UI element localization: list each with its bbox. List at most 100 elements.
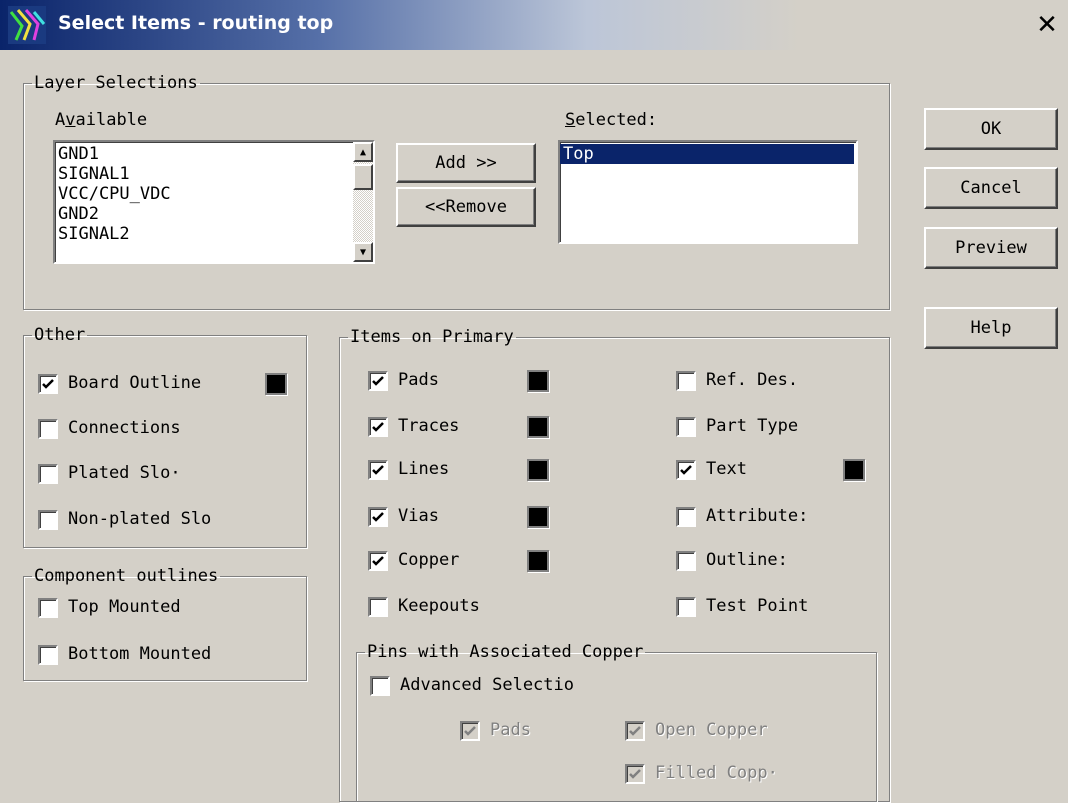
pins-open-copper-label: Open Copper bbox=[655, 720, 768, 740]
primary-test-point-label: Test Point bbox=[706, 596, 809, 616]
help-button[interactable]: Help bbox=[924, 307, 1058, 349]
cancel-button-label: Cancel bbox=[960, 178, 1022, 198]
primary-lines-label: Lines bbox=[398, 459, 450, 479]
primary-copper-checkbox[interactable] bbox=[368, 551, 388, 571]
checkmark-icon bbox=[372, 556, 384, 566]
primary-lines-checkbox[interactable] bbox=[368, 460, 388, 480]
primary-copper-label: Copper bbox=[398, 550, 460, 570]
other-non-plated-slo-checkbox[interactable] bbox=[38, 510, 58, 530]
add-button-label: Add >> bbox=[435, 153, 497, 173]
primary-text-label: Text bbox=[706, 459, 747, 479]
primary-copper-color-swatch[interactable] bbox=[527, 550, 549, 572]
primary-ref-des-checkbox[interactable] bbox=[676, 371, 696, 391]
checkmark-icon bbox=[42, 379, 54, 389]
other-connections-label: Connections bbox=[68, 418, 181, 438]
checkmark-icon bbox=[372, 376, 384, 386]
primary-pads-checkbox[interactable] bbox=[368, 371, 388, 391]
primary-traces-color-swatch[interactable] bbox=[527, 416, 549, 438]
primary-vias-color-swatch[interactable] bbox=[527, 506, 549, 528]
component-top-mounted-checkbox[interactable] bbox=[38, 598, 58, 618]
other-board-outline-label: Board Outline bbox=[68, 373, 202, 393]
pins-pads-checkbox bbox=[460, 721, 480, 741]
add-button[interactable]: Add >> bbox=[396, 143, 536, 183]
primary-part-type-label: Part Type bbox=[706, 416, 799, 436]
list-item[interactable]: GND2 bbox=[55, 204, 373, 224]
remove-button-label: <<Remove bbox=[425, 197, 507, 217]
checkmark-icon bbox=[629, 769, 641, 779]
checkmark-icon bbox=[372, 465, 384, 475]
cancel-button[interactable]: Cancel bbox=[924, 167, 1058, 209]
primary-outline-checkbox[interactable] bbox=[676, 551, 696, 571]
primary-vias-checkbox[interactable] bbox=[368, 507, 388, 527]
pins-pads-label: Pads bbox=[490, 720, 531, 740]
selected-listbox[interactable]: Top bbox=[558, 140, 858, 244]
component-outlines-legend: Component outlines bbox=[34, 566, 219, 586]
list-item[interactable]: VCC/CPU_VDC bbox=[55, 184, 373, 204]
other-board-outline-color-swatch[interactable] bbox=[265, 373, 287, 395]
pads-app-icon bbox=[8, 6, 46, 44]
other-connections-checkbox[interactable] bbox=[38, 419, 58, 439]
other-legend: Other bbox=[34, 325, 86, 345]
help-button-label: Help bbox=[970, 318, 1012, 338]
primary-text-color-swatch[interactable] bbox=[843, 459, 865, 481]
primary-traces-label: Traces bbox=[398, 416, 460, 436]
scroll-up-button[interactable]: ▲ bbox=[353, 142, 373, 162]
primary-test-point-checkbox[interactable] bbox=[676, 597, 696, 617]
title-bar[interactable]: Select Items - routing top ✕ bbox=[0, 0, 1068, 50]
list-item[interactable]: SIGNAL2 bbox=[55, 224, 373, 244]
ok-button-label: OK bbox=[980, 119, 1002, 139]
list-item[interactable]: Top bbox=[560, 144, 854, 164]
other-plated-slo-checkbox[interactable] bbox=[38, 464, 58, 484]
pins-associated-copper-legend: Pins with Associated Copper bbox=[367, 642, 644, 662]
remove-button[interactable]: <<Remove bbox=[396, 187, 536, 227]
available-scrollbar[interactable]: ▲ ▼ bbox=[353, 142, 373, 262]
close-button[interactable]: ✕ bbox=[1032, 10, 1062, 40]
available-listbox[interactable]: GND1 SIGNAL1 VCC/CPU_VDC GND2 SIGNAL2 ▲ ▼ bbox=[53, 140, 375, 264]
pins-associated-copper-group: Pins with Associated Copper bbox=[356, 643, 877, 802]
primary-pads-label: Pads bbox=[398, 370, 439, 390]
scroll-up-icon: ▲ bbox=[359, 146, 367, 158]
primary-pads-color-swatch[interactable] bbox=[527, 370, 549, 392]
other-board-outline-checkbox[interactable] bbox=[38, 374, 58, 394]
primary-vias-label: Vias bbox=[398, 506, 439, 526]
other-non-plated-slo-label: Non-plated Slo bbox=[68, 509, 212, 529]
advanced-selection-checkbox[interactable] bbox=[370, 676, 390, 696]
scroll-down-icon: ▼ bbox=[359, 246, 367, 258]
component-top-mounted-label: Top Mounted bbox=[68, 597, 181, 617]
pins-open-copper-checkbox bbox=[625, 721, 645, 741]
component-bottom-mounted-checkbox[interactable] bbox=[38, 645, 58, 665]
primary-outline-label: Outline: bbox=[706, 550, 788, 570]
ok-button[interactable]: OK bbox=[924, 108, 1058, 150]
advanced-selection-label: Advanced Selectio bbox=[400, 675, 574, 695]
checkmark-icon bbox=[372, 512, 384, 522]
available-label: Available bbox=[55, 110, 148, 130]
primary-keepouts-checkbox[interactable] bbox=[368, 597, 388, 617]
primary-traces-checkbox[interactable] bbox=[368, 417, 388, 437]
preview-button-label: Preview bbox=[955, 238, 1027, 258]
list-item[interactable]: GND1 bbox=[55, 144, 373, 164]
checkmark-icon bbox=[372, 422, 384, 432]
close-icon: ✕ bbox=[1036, 10, 1058, 40]
checkmark-icon bbox=[464, 726, 476, 736]
layer-selections-legend: Layer Selections bbox=[34, 73, 198, 93]
scroll-thumb[interactable] bbox=[353, 164, 373, 190]
primary-ref-des-label: Ref. Des. bbox=[706, 370, 799, 390]
window-title: Select Items - routing top bbox=[58, 12, 334, 34]
scroll-down-button[interactable]: ▼ bbox=[353, 242, 373, 262]
checkmark-icon bbox=[629, 726, 641, 736]
primary-lines-color-swatch[interactable] bbox=[527, 459, 549, 481]
primary-text-checkbox[interactable] bbox=[676, 460, 696, 480]
pins-filled-copper-checkbox bbox=[625, 764, 645, 784]
primary-attribute-checkbox[interactable] bbox=[676, 507, 696, 527]
preview-button[interactable]: Preview bbox=[924, 227, 1058, 269]
selected-label: Selected: bbox=[565, 110, 658, 130]
checkmark-icon bbox=[680, 465, 692, 475]
primary-attribute-label: Attribute: bbox=[706, 506, 809, 526]
items-on-primary-legend: Items on Primary bbox=[350, 327, 514, 347]
primary-part-type-checkbox[interactable] bbox=[676, 417, 696, 437]
primary-keepouts-label: Keepouts bbox=[398, 596, 480, 616]
list-item[interactable]: SIGNAL1 bbox=[55, 164, 373, 184]
pins-filled-copper-label: Filled Copp· bbox=[655, 763, 778, 783]
other-plated-slo-label: Plated Slo· bbox=[68, 463, 181, 483]
component-bottom-mounted-label: Bottom Mounted bbox=[68, 644, 212, 664]
